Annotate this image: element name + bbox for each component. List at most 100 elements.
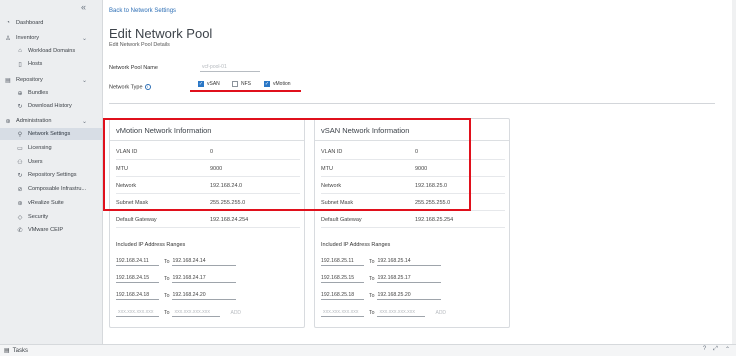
ip-range-end-input[interactable]: 192.168.25.17 <box>377 275 442 283</box>
ip-range-to-label: To <box>369 276 375 282</box>
network-type-label-text: Network Type <box>109 84 143 91</box>
ip-range-start-input[interactable]: 192.168.25.18 <box>321 292 364 300</box>
sidebar-item-icon: ♙ <box>5 35 11 42</box>
new-range-start-input[interactable]: xxx.xxx.xxx.xxx <box>321 309 364 317</box>
main-content: Back to Network Settings Edit Network Po… <box>103 0 736 344</box>
info-row-value: 255.255.255.0 <box>210 200 246 206</box>
row-divider <box>116 193 300 194</box>
checkbox-nfs-label: NFS <box>241 81 251 87</box>
new-range-end-input[interactable]: xxx.xxx.xxx.xxx <box>172 309 221 317</box>
ip-range-row: 192.168.24.15 To 192.168.24.17 <box>116 273 237 283</box>
ip-range-start-input[interactable]: 192.168.25.15 <box>321 275 364 283</box>
new-ip-range-row: xxx.xxx.xxx.xxx To xxx.xxx.xxx.xxx ADD <box>321 307 446 317</box>
checkbox-nfs[interactable]: NFS <box>232 81 251 87</box>
sidebar-item-hosts[interactable]: ▯ Hosts <box>0 58 102 70</box>
sidebar-item-label: Hosts <box>28 61 43 67</box>
checkbox-vsan-label: vSAN <box>207 81 220 87</box>
info-icon[interactable]: i <box>144 84 151 90</box>
sidebar-item-administration[interactable]: ⊛ Administration ⌄ <box>0 115 102 127</box>
ip-range-end-input[interactable]: 192.168.25.14 <box>377 258 442 266</box>
chevron-up-icon[interactable]: ⌃ <box>725 346 730 353</box>
sidebar-item-icon: ▤ <box>5 77 11 84</box>
checkbox-vmotion[interactable]: ✓ vMotion <box>264 81 291 87</box>
sidebar-item-bundles[interactable]: ⊕ Bundles <box>0 87 102 99</box>
new-range-to-label: To <box>369 310 375 316</box>
sidebar-item-composable-infrastru[interactable]: ⊘ Composable Infrastru... <box>0 183 102 195</box>
sidebar-item-users[interactable]: ⚇ Users <box>0 156 102 168</box>
row-divider <box>321 176 505 177</box>
highlight-underline <box>190 90 301 92</box>
info-row-label: Subnet Mask <box>321 200 354 206</box>
card-title: vSAN Network Information <box>321 126 410 135</box>
ip-range-start-input[interactable]: 192.168.25.11 <box>321 258 364 266</box>
info-row-value: 0 <box>415 149 419 155</box>
sidebar-item-licensing[interactable]: ▭ Licensing <box>0 142 102 154</box>
sidebar-item-download-history[interactable]: ↻ Download History <box>0 100 102 112</box>
row-divider <box>116 159 300 160</box>
add-range-button[interactable]: ADD <box>230 310 241 317</box>
sidebar-item-label: vRealize Suite <box>28 200 64 206</box>
sidebar-item-label: VMware CEIP <box>28 227 64 233</box>
sidebar-item-label: Workload Domains <box>28 48 76 54</box>
sidebar-item-icon: ⚇ <box>17 159 23 166</box>
new-range-start-input[interactable]: xxx.xxx.xxx.xxx <box>116 309 159 317</box>
ip-range-to-label: To <box>164 293 170 299</box>
help-icon[interactable]: ? <box>703 346 706 353</box>
sidebar-item-repository[interactable]: ▤ Repository ⌄ <box>0 74 102 86</box>
expand-icon[interactable]: ⤢ <box>713 346 718 353</box>
sidebar-item-label: Bundles <box>28 90 49 96</box>
back-to-network-settings-link[interactable]: Back to Network Settings <box>109 8 176 14</box>
add-range-button[interactable]: ADD <box>435 310 446 317</box>
ip-range-start-input[interactable]: 192.168.24.18 <box>116 292 159 300</box>
row-divider <box>116 210 300 211</box>
row-divider <box>116 227 300 228</box>
sidebar-item-label: Composable Infrastru... <box>28 186 87 192</box>
ip-range-end-input[interactable]: 192.168.24.14 <box>172 258 237 266</box>
sidebar-item-workload-domains[interactable]: ⌂ Workload Domains <box>0 45 102 57</box>
row-divider <box>321 159 505 160</box>
info-row-value: 255.255.255.0 <box>415 200 451 206</box>
info-row-label: Network <box>321 183 342 189</box>
ip-range-start-input[interactable]: 192.168.24.15 <box>116 275 159 283</box>
ip-range-to-label: To <box>164 276 170 282</box>
ip-range-row: 192.168.25.15 To 192.168.25.17 <box>321 273 442 283</box>
sidebar-item-icon: ✆ <box>17 227 23 234</box>
ip-range-end-input[interactable]: 192.168.24.17 <box>172 275 237 283</box>
info-row-value: 192.168.25.0 <box>415 183 448 189</box>
checkbox-checked-icon: ✓ <box>264 81 270 87</box>
sidebar-item-icon: ▭ <box>17 145 23 152</box>
sidebar-item-label: Users <box>28 159 43 165</box>
ip-range-start-input[interactable]: 192.168.24.11 <box>116 258 159 266</box>
sidebar-item-security[interactable]: ◇ Security <box>0 211 102 223</box>
sidebar-item-dashboard[interactable]: ◔ Dashboard <box>0 17 102 29</box>
ip-range-row: 192.168.25.18 To 192.168.25.20 <box>321 290 442 300</box>
new-range-end-input[interactable]: xxx.xxx.xxx.xxx <box>377 309 426 317</box>
scrollbar[interactable] <box>732 0 736 344</box>
tasks-bar: ▤ Tasks ? ⤢ ⌃ <box>0 344 736 356</box>
sidebar-item-vmware-ceip[interactable]: ✆ VMware CEIP <box>0 224 102 236</box>
collapse-sidebar-icon[interactable]: « <box>81 2 86 12</box>
card-divider <box>315 140 509 141</box>
sidebar-item-vrealize-suite[interactable]: ⊛ vRealize Suite <box>0 197 102 209</box>
pool-name-input[interactable] <box>200 63 260 72</box>
ip-range-row: 192.168.25.11 To 192.168.25.14 <box>321 256 442 266</box>
checkbox-vsan[interactable]: ✓ vSAN <box>198 81 220 87</box>
sidebar-item-inventory[interactable]: ♙ Inventory ⌄ <box>0 32 102 44</box>
sidebar-item-label: Administration <box>16 118 52 124</box>
info-row-label: VLAN ID <box>321 149 343 155</box>
card-title: vMotion Network Information <box>116 126 212 135</box>
sidebar-item-icon: ⚲ <box>17 131 23 138</box>
info-row-value: 9000 <box>415 166 428 172</box>
sidebar-item-repository-settings[interactable]: ↻ Repository Settings <box>0 169 102 181</box>
ip-range-row: 192.168.24.18 To 192.168.24.20 <box>116 290 237 300</box>
row-divider <box>321 210 505 211</box>
sidebar-item-network-settings[interactable]: ⚲ Network Settings <box>0 128 102 140</box>
info-row-label: Default Gateway <box>116 217 157 223</box>
sidebar-item-icon: ↻ <box>17 103 23 110</box>
ip-range-end-input[interactable]: 192.168.25.20 <box>377 292 442 300</box>
tasks-toggle[interactable]: ▤ Tasks <box>4 347 28 355</box>
new-ip-range-row: xxx.xxx.xxx.xxx To xxx.xxx.xxx.xxx ADD <box>116 307 241 317</box>
sidebar-item-icon: ⊛ <box>17 200 23 207</box>
ip-range-end-input[interactable]: 192.168.24.20 <box>172 292 237 300</box>
ip-ranges-heading: Included IP Address Ranges <box>321 242 391 248</box>
